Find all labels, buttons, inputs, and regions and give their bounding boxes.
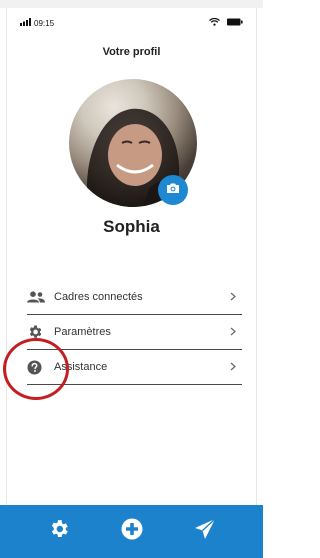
menu-item-settings[interactable]: Paramètres (27, 315, 242, 350)
page-title: Votre profil (102, 46, 161, 58)
chevron-right-icon (230, 323, 236, 341)
tab-send[interactable] (185, 512, 225, 552)
menu-item-label: Paramètres (54, 326, 111, 338)
annotation-circle (3, 338, 69, 400)
app-screen: 09:15 Votre profil Sophia Cadres connect… (0, 0, 263, 558)
left-divider (6, 8, 7, 506)
menu-item-connected-managers[interactable]: Cadres connectés (27, 280, 242, 315)
chevron-right-icon (230, 358, 236, 376)
gear-icon (48, 518, 70, 545)
avatar-container (69, 79, 197, 207)
change-photo-button[interactable] (158, 175, 188, 205)
users-icon (27, 291, 47, 303)
tab-add[interactable] (112, 512, 152, 552)
signal-icon (20, 18, 31, 28)
menu-item-label: Cadres connectés (54, 291, 143, 303)
profile-name: Sophia (103, 217, 160, 236)
status-bar: 09:15 (20, 16, 243, 30)
chevron-right-icon (230, 288, 236, 306)
status-left: 09:15 (20, 18, 54, 28)
battery-icon (227, 18, 243, 28)
tab-settings[interactable] (39, 512, 79, 552)
send-icon (194, 518, 216, 545)
status-right (209, 17, 243, 28)
status-time: 09:15 (34, 18, 55, 28)
wifi-icon (209, 17, 220, 28)
camera-icon (166, 181, 180, 199)
top-edge (0, 0, 263, 8)
bottom-tab-bar (0, 505, 263, 558)
plus-circle-icon (121, 518, 143, 545)
right-divider (256, 8, 257, 506)
